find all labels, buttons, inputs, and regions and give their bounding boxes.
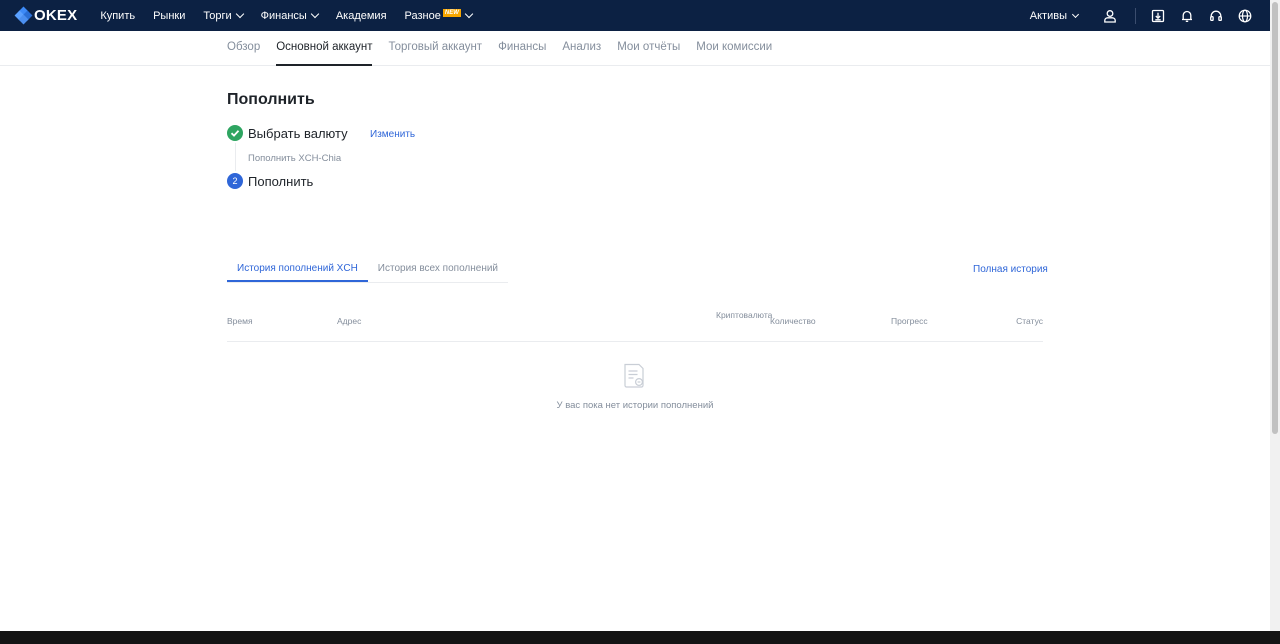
history-table-header: Время Адрес Криптовалюта Количество Прог… <box>227 308 1043 342</box>
selected-currency: Пополнить XCH-Chia <box>248 153 342 164</box>
tab-trading-account[interactable]: Торговый аккаунт <box>388 31 482 66</box>
globe-icon[interactable] <box>1238 9 1252 23</box>
tab-finance[interactable]: Финансы <box>498 31 546 66</box>
page-title: Пополнить <box>227 91 315 108</box>
headset-icon[interactable] <box>1209 9 1223 23</box>
topbar-actions: Активы <box>1029 7 1252 24</box>
assets-label: Активы <box>1029 9 1067 22</box>
full-history-link[interactable]: Полная история <box>973 264 1048 275</box>
step-select-currency: Выбрать валюту <box>227 125 348 141</box>
step1-label: Выбрать валюту <box>248 125 348 141</box>
history-tabs: История пополнений XCH История всех попо… <box>227 259 509 283</box>
user-icon[interactable] <box>1103 9 1117 23</box>
tab-overview[interactable]: Обзор <box>227 31 260 66</box>
nav-academy-label: Академия <box>335 9 387 22</box>
main-nav: Купить Рынки Торги Финансы Академия Разн… <box>91 8 481 22</box>
nav-buy-label: Купить <box>100 9 136 22</box>
account-subnav: Обзор Основной аккаунт Торговый аккаунт … <box>0 31 1270 66</box>
top-navbar: OKEX Купить Рынки Торги Финансы Академия… <box>0 0 1270 31</box>
nav-trade-label: Торги <box>203 9 232 22</box>
nav-buy[interactable]: Купить <box>100 10 135 22</box>
okex-logo-icon <box>14 6 33 24</box>
nav-more-label: Разное <box>404 9 441 22</box>
empty-document-icon <box>622 363 646 389</box>
empty-state-text: У вас пока нет истории пополнений <box>556 400 714 411</box>
scrollbar-thumb[interactable] <box>1272 2 1278 434</box>
step-deposit: 2 Пополнить <box>227 173 313 189</box>
step-number-badge: 2 <box>227 173 243 189</box>
column-status: Статус <box>1016 316 1043 326</box>
nav-trade[interactable]: Торги <box>203 9 244 22</box>
column-time: Время <box>227 316 253 326</box>
column-crypto: Криптовалюта <box>716 310 773 320</box>
new-badge: NEW <box>442 8 461 17</box>
change-currency-link[interactable]: Изменить <box>370 129 415 140</box>
tab-my-reports[interactable]: Мои отчёты <box>617 31 680 66</box>
bell-icon[interactable] <box>1180 9 1194 23</box>
logo-text: OKEX <box>34 7 78 24</box>
tab-all-deposit-history[interactable]: История всех пополнений <box>368 259 508 282</box>
divider <box>1135 7 1136 24</box>
bottom-bar <box>0 631 1280 644</box>
nav-markets-label: Рынки <box>153 9 186 22</box>
step2-label: Пополнить <box>248 173 314 189</box>
nav-finance-label: Финансы <box>260 9 307 22</box>
tab-my-fees[interactable]: Мои комиссии <box>696 31 772 66</box>
nav-academy[interactable]: Академия <box>336 10 387 22</box>
tab-main-account[interactable]: Основной аккаунт <box>276 31 373 66</box>
chevron-down-icon <box>1071 10 1080 18</box>
chevron-down-icon <box>310 9 320 19</box>
chevron-down-icon <box>235 9 244 19</box>
tab-xch-deposit-history[interactable]: История пополнений XCH <box>227 259 368 282</box>
assets-menu[interactable]: Активы <box>1029 9 1080 22</box>
download-icon[interactable] <box>1151 9 1165 23</box>
logo[interactable]: OKEX <box>14 6 78 24</box>
nav-more[interactable]: Разное NEW <box>404 8 474 22</box>
tab-analysis[interactable]: Анализ <box>562 31 601 66</box>
step-connector <box>235 143 236 171</box>
page-scrollbar[interactable] <box>1270 0 1280 631</box>
nav-markets[interactable]: Рынки <box>153 10 185 22</box>
column-quantity: Количество <box>770 316 816 326</box>
column-progress: Прогресс <box>891 316 928 326</box>
check-circle-icon <box>227 125 243 141</box>
chevron-down-icon <box>464 9 474 19</box>
nav-finance[interactable]: Финансы <box>260 9 320 22</box>
column-address: Адрес <box>337 316 362 326</box>
